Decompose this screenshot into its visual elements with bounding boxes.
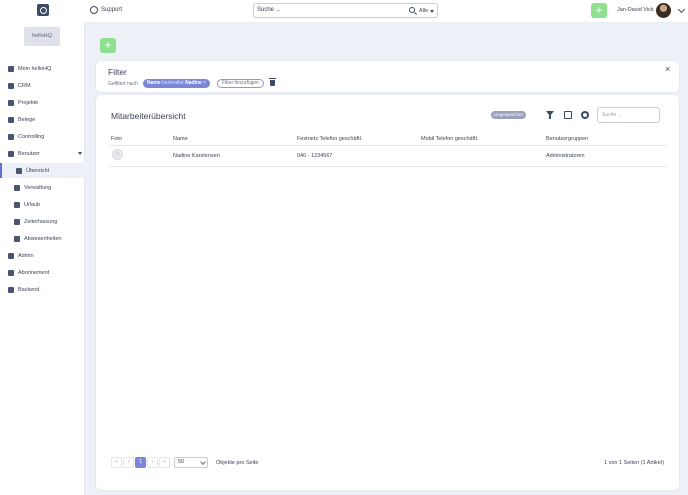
- pagination-info: 1 von 1 Seiten (1 Artikel): [604, 460, 664, 466]
- sidebar-item-admin[interactable]: Admin: [0, 248, 85, 263]
- add-employee-button[interactable]: +: [100, 38, 116, 53]
- sidebar-item-label: Belege: [18, 116, 36, 123]
- pagination-prev-button[interactable]: ‹: [123, 457, 134, 468]
- crm-icon: [8, 82, 14, 89]
- sidebar-item-verwaltung[interactable]: Verwaltung: [0, 180, 85, 195]
- backend-icon: [8, 286, 14, 293]
- quick-add-button[interactable]: +: [591, 3, 607, 18]
- sidebar-item-abonnement[interactable]: Abonnement: [0, 265, 85, 280]
- top-bar: Support Suche ... Alle + Jan-David Vick: [0, 0, 688, 22]
- sidebar-item-projekte[interactable]: Projekte: [0, 95, 85, 110]
- sidebar-item-label: Urlaub: [24, 201, 41, 208]
- pagination-next-button[interactable]: ›: [147, 457, 158, 468]
- column-header-groups[interactable]: Benutzergruppen: [546, 136, 588, 142]
- sidebar-item-label: Admin: [18, 252, 34, 259]
- sidebar-item-uebersicht[interactable]: Übersicht: [0, 163, 85, 178]
- search-placeholder: Suche ...: [257, 7, 281, 13]
- users-icon: [8, 150, 14, 157]
- cell-groups: Administratoren: [546, 153, 585, 159]
- filtered-by-label: Gefiltert nach: [108, 81, 138, 87]
- table-search-input[interactable]: Suche ...: [597, 107, 660, 123]
- sidebar-item-label: Backend: [18, 286, 40, 293]
- vacation-icon: [14, 201, 20, 208]
- support-label: Support: [101, 7, 123, 13]
- controlling-icon: [8, 133, 14, 140]
- pagination-page-button[interactable]: 1: [135, 457, 146, 468]
- export-icon[interactable]: [564, 111, 572, 119]
- gear-icon[interactable]: [581, 111, 589, 119]
- unsaved-badge[interactable]: Ungespeichert: [491, 111, 527, 119]
- sidebar-item-label: Mein helloHQ: [18, 65, 52, 72]
- search-scope-select[interactable]: Alle: [419, 8, 428, 14]
- sidebar-item-label: Abonnement: [18, 269, 50, 276]
- sidebar-item-label: Abwesenheiten: [24, 235, 62, 242]
- sidebar-item-urlaub[interactable]: Urlaub: [0, 197, 85, 212]
- cell-phone: 040 - 1234567: [297, 153, 333, 159]
- sidebar-item-crm[interactable]: CRM: [0, 78, 85, 93]
- employee-table-card: Mitarbeiterübersicht Ungespeichert Suche…: [96, 95, 679, 490]
- sidebar-item-label: Übersicht: [26, 167, 50, 174]
- documents-icon: [8, 116, 14, 123]
- sidebar-item-label: Projekte: [18, 99, 39, 106]
- column-header-landline[interactable]: Festnetz Telefon geschäftl.: [297, 136, 362, 142]
- sidebar-item-belege[interactable]: Belege: [0, 112, 85, 127]
- support-link[interactable]: Support: [90, 6, 122, 14]
- admin-icon: [8, 252, 14, 259]
- chevron-down-icon: [78, 152, 82, 155]
- add-filter-button[interactable]: Filter hinzufügen: [217, 79, 264, 88]
- filter-chip-value: Nadine: [185, 80, 202, 86]
- management-icon: [14, 184, 20, 191]
- sidebar-item-zeiterfassung[interactable]: Zeiterfassung: [0, 214, 85, 229]
- per-page-label: Objekte pro Seite: [216, 460, 259, 466]
- user-name[interactable]: Jan-David Vick: [617, 7, 654, 13]
- divider: [110, 166, 666, 167]
- sidebar-item-backend[interactable]: Backend: [0, 282, 85, 297]
- global-search-input[interactable]: Suche ... Alle: [253, 3, 438, 18]
- sidebar-item-label: Benutzer: [18, 150, 41, 157]
- time-tracking-icon: [14, 218, 20, 225]
- subscription-icon: [8, 269, 14, 276]
- overview-icon: [16, 167, 22, 174]
- filter-chip-remove-icon[interactable]: ×: [203, 80, 206, 86]
- column-header-name[interactable]: Name: [173, 136, 188, 142]
- sidebar-item-label: Zeiterfassung: [24, 218, 58, 225]
- cell-name[interactable]: Nadine Karstensen: [173, 153, 220, 159]
- sidebar-item-controlling[interactable]: Controlling: [0, 129, 85, 144]
- sidebar-item-benutzer[interactable]: Benutzer: [0, 146, 85, 161]
- user-menu-chevron-icon[interactable]: [677, 5, 686, 14]
- app-logo-icon[interactable]: [37, 4, 49, 16]
- filter-chip-field: Name: [147, 80, 161, 86]
- divider: [110, 145, 666, 146]
- pagination-last-button[interactable]: »: [159, 457, 170, 468]
- avatar: [112, 149, 123, 160]
- absence-icon: [14, 235, 20, 242]
- sidebar-item-abwesenheiten[interactable]: Abwesenheiten: [0, 231, 85, 246]
- filter-title: Filter: [108, 67, 127, 77]
- close-icon[interactable]: ×: [665, 65, 670, 74]
- sidebar-item-label: Controlling: [18, 133, 45, 140]
- sidebar-item-mein-hellohq[interactable]: Mein helloHQ: [0, 61, 85, 76]
- dashboard-icon: [8, 65, 14, 72]
- avatar[interactable]: [656, 3, 671, 18]
- filter-chip-operator: beinhaltet: [162, 80, 184, 86]
- projects-icon: [8, 99, 14, 106]
- search-icon[interactable]: [409, 7, 415, 13]
- filter-chip[interactable]: Name beinhaltet Nadine ×: [143, 79, 211, 88]
- chevron-down-icon: [430, 10, 434, 13]
- sidebar: helloHQ Mein helloHQ CRM Projekte Belege…: [0, 22, 85, 495]
- column-header-mobile[interactable]: Mobil Telefon geschäftl.: [421, 136, 478, 142]
- per-page-select[interactable]: 50: [174, 457, 208, 468]
- pagination-first-button[interactable]: «: [111, 457, 122, 468]
- column-header-foto[interactable]: Foto: [111, 136, 122, 142]
- sidebar-item-label: Verwaltung: [24, 184, 52, 191]
- filter-icon[interactable]: [546, 111, 554, 119]
- support-icon: [90, 6, 98, 14]
- sidebar-item-label: CRM: [18, 82, 31, 89]
- filter-panel: Filter Gefiltert nach Name beinhaltet Na…: [96, 61, 679, 92]
- company-logo[interactable]: helloHQ: [24, 27, 60, 46]
- trash-icon[interactable]: [269, 78, 276, 86]
- page-title: Mitarbeiterübersicht: [111, 111, 186, 121]
